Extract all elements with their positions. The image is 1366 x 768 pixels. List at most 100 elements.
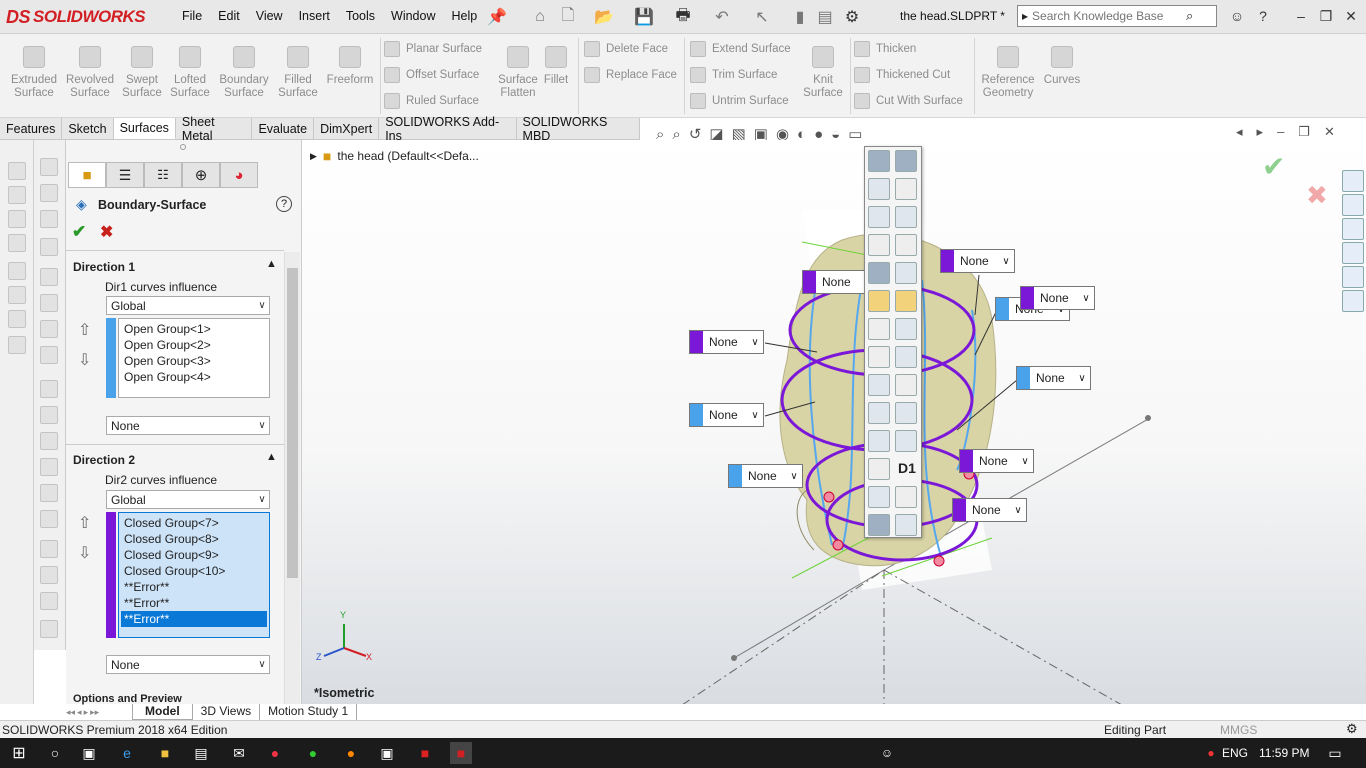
settings-gear-icon[interactable]: ⚙ bbox=[1346, 721, 1358, 737]
feature-tool-icon[interactable] bbox=[40, 158, 58, 176]
menu-insert[interactable]: Insert bbox=[291, 9, 338, 23]
options-gear-icon[interactable]: ⚙ bbox=[842, 7, 862, 27]
shortcut-tool-icon[interactable] bbox=[895, 430, 917, 452]
dimxpert-manager-tab-icon[interactable]: ⊕ bbox=[182, 162, 220, 188]
shortcut-tool-icon[interactable] bbox=[868, 346, 890, 368]
connector-callout[interactable]: None∨ bbox=[689, 403, 764, 427]
shortcut-tool-icon[interactable] bbox=[868, 178, 890, 200]
trim-surface-button[interactable]: Trim Surface bbox=[690, 64, 791, 86]
freeform-button[interactable]: Freeform bbox=[322, 46, 378, 116]
tab-sheet-metal[interactable]: Sheet Metal bbox=[176, 115, 253, 143]
menu-edit[interactable]: Edit bbox=[210, 9, 248, 23]
reference-geometry-button[interactable]: Reference Geometry bbox=[980, 46, 1036, 116]
feature-tool-icon[interactable] bbox=[40, 432, 58, 450]
shortcut-tool-icon[interactable] bbox=[895, 318, 917, 340]
shortcut-tool-icon[interactable] bbox=[868, 318, 890, 340]
list-item[interactable]: Open Group<3> bbox=[121, 353, 267, 369]
menu-help[interactable]: Help bbox=[444, 9, 486, 23]
list-item[interactable]: Closed Group<7> bbox=[121, 515, 267, 531]
store-icon[interactable]: ▤ bbox=[190, 742, 212, 764]
collapse-direction1-icon[interactable]: ▲ bbox=[266, 258, 277, 270]
pdf-reader-icon[interactable]: ■ bbox=[414, 742, 436, 764]
remote-desktop-icon[interactable]: ▣ bbox=[376, 742, 398, 764]
feature-tool-icon[interactable] bbox=[40, 184, 58, 202]
direction2-header[interactable]: Direction 2 bbox=[73, 453, 135, 467]
select-arrow-icon[interactable]: ↖ bbox=[752, 7, 772, 27]
menu-window[interactable]: Window bbox=[383, 9, 443, 23]
feature-tool-icon[interactable] bbox=[40, 566, 58, 584]
feature-tool-icon[interactable] bbox=[40, 294, 58, 312]
mail-icon[interactable]: ✉ bbox=[228, 742, 250, 764]
feature-tool-icon[interactable] bbox=[40, 510, 58, 528]
tab-surfaces[interactable]: Surfaces bbox=[113, 118, 176, 139]
tab-solidworks-add-ins[interactable]: SOLIDWORKS Add-Ins bbox=[379, 115, 517, 143]
dir1-curves-list[interactable]: Open Group<1> Open Group<2> Open Group<3… bbox=[118, 318, 270, 398]
move-up-icon[interactable]: ⇧ bbox=[78, 513, 91, 533]
dir1-influence-select[interactable]: Global ∨ bbox=[106, 296, 270, 315]
tab-sketch[interactable]: Sketch bbox=[62, 118, 114, 139]
sketch-tool-icon[interactable] bbox=[8, 186, 26, 204]
display-manager-tab-icon[interactable]: ◕ bbox=[220, 162, 258, 188]
feature-tool-icon[interactable] bbox=[40, 210, 58, 228]
offset-surface-button[interactable]: Offset Surface bbox=[384, 64, 482, 86]
tab-solidworks-mbd[interactable]: SOLIDWORKS MBD bbox=[517, 115, 640, 143]
shortcut-tool-icon[interactable] bbox=[895, 290, 917, 312]
move-up-icon[interactable]: ⇧ bbox=[78, 320, 91, 340]
dir2-curves-list[interactable]: Closed Group<7> Closed Group<8> Closed G… bbox=[118, 512, 270, 638]
sketch-tool-icon[interactable] bbox=[8, 262, 26, 280]
firefox-icon[interactable]: ● bbox=[340, 742, 362, 764]
print-icon[interactable]: 🖶 bbox=[673, 7, 693, 27]
list-item[interactable]: Closed Group<10> bbox=[121, 563, 267, 579]
rebuild-icon[interactable]: ▮ bbox=[790, 7, 810, 27]
tab-model[interactable]: Model bbox=[132, 704, 193, 720]
chrome-icon[interactable]: ● bbox=[264, 742, 286, 764]
splitter-handle-icon[interactable] bbox=[180, 144, 186, 150]
custom-properties-icon[interactable] bbox=[1342, 290, 1364, 312]
connector-callout[interactable]: None∨ bbox=[1020, 286, 1095, 310]
collapse-direction2-icon[interactable]: ▲ bbox=[266, 451, 277, 463]
list-item[interactable]: **Error** bbox=[121, 579, 267, 595]
menu-view[interactable]: View bbox=[248, 9, 291, 23]
tab-scroll-arrows[interactable]: ◂◂ ◂ ▸ ▸▸ bbox=[66, 704, 132, 720]
thicken-button[interactable]: Thicken bbox=[854, 38, 963, 60]
undo-icon[interactable]: ↶ bbox=[712, 7, 732, 27]
model-viewport[interactable] bbox=[302, 140, 1366, 704]
connector-callout[interactable]: None∨ bbox=[952, 498, 1027, 522]
extruded-surface-button[interactable]: Extruded Surface bbox=[6, 46, 62, 116]
language-indicator[interactable]: ENG bbox=[1222, 746, 1248, 760]
graphics-area[interactable]: ▶ ■ the head (Default<<Defa... Y X Z *Is… bbox=[302, 140, 1366, 704]
move-down-icon[interactable]: ⇩ bbox=[78, 543, 91, 563]
connector-point[interactable] bbox=[823, 491, 835, 503]
feature-tool-icon[interactable] bbox=[40, 540, 58, 558]
knit-surface-button[interactable]: Knit Surface bbox=[796, 46, 850, 116]
feature-manager-tab-icon[interactable]: ■ bbox=[68, 162, 106, 188]
sketch-tool-icon[interactable] bbox=[8, 286, 26, 304]
shortcut-tool-icon[interactable] bbox=[895, 234, 917, 256]
shortcut-tool-icon[interactable] bbox=[895, 486, 917, 508]
solidworks-taskbar-icon[interactable]: ■ bbox=[450, 742, 472, 764]
shortcut-tool-icon[interactable] bbox=[868, 514, 890, 536]
connector-callout[interactable]: None∨ bbox=[728, 464, 803, 488]
open-folder-icon[interactable]: 📂 bbox=[594, 7, 614, 27]
filled-surface-button[interactable]: Filled Surface bbox=[270, 46, 326, 116]
thickened-cut-button[interactable]: Thickened Cut bbox=[854, 64, 963, 86]
list-item[interactable]: Closed Group<9> bbox=[121, 547, 267, 563]
units-label[interactable]: MMGS bbox=[1220, 723, 1257, 737]
solidworks-logo[interactable]: DS SOLIDWORKS bbox=[6, 4, 156, 30]
shortcut-tool-icon[interactable] bbox=[868, 206, 890, 228]
shortcut-tool-icon[interactable] bbox=[868, 374, 890, 396]
tab-motion-study-1[interactable]: Motion Study 1 bbox=[260, 704, 358, 720]
search-input[interactable] bbox=[1032, 9, 1183, 23]
sketch-tool-icon[interactable] bbox=[8, 336, 26, 354]
replace-face-button[interactable]: Replace Face bbox=[584, 64, 677, 86]
feature-tool-icon[interactable] bbox=[40, 620, 58, 638]
dir1-tangency-select[interactable]: None ∨ bbox=[106, 416, 270, 435]
pin-icon[interactable]: 📌 bbox=[487, 7, 507, 27]
feature-tool-icon[interactable] bbox=[40, 268, 58, 286]
tray-icon[interactable]: ● bbox=[1200, 742, 1222, 764]
minimize-icon[interactable]: – bbox=[1290, 6, 1312, 26]
cortana-search-icon[interactable]: ○ bbox=[44, 742, 66, 764]
connector-callout[interactable]: None∨ bbox=[940, 249, 1015, 273]
tab-3d-views[interactable]: 3D Views bbox=[193, 704, 261, 720]
cut-with-surface-button[interactable]: Cut With Surface bbox=[854, 90, 963, 112]
